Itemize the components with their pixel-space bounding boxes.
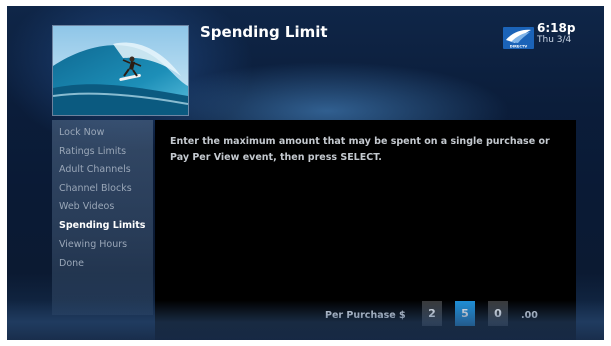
surfer-thumbnail: [52, 25, 189, 116]
menu-item-channel-blocks[interactable]: Channel Blocks: [59, 183, 132, 194]
menu-item-adult-channels[interactable]: Adult Channels: [59, 164, 131, 175]
menu-item-spending-limits[interactable]: Spending Limits: [59, 220, 145, 231]
decimals-label: .00: [521, 310, 538, 321]
instructions-text: Enter the maximum amount that may be spe…: [170, 136, 550, 163]
digit-box-hundreds[interactable]: 2: [422, 301, 442, 326]
logo-text: DIRECTV: [510, 45, 528, 49]
menu-item-lock-now[interactable]: Lock Now: [59, 127, 104, 138]
clock-date: Thu 3/4: [537, 35, 572, 45]
digit-box-ones[interactable]: 0: [488, 301, 508, 326]
spending-limit-panel: Enter the maximum amount that may be spe…: [155, 120, 576, 340]
directv-logo-icon: DIRECTV: [503, 27, 534, 49]
digit-box-tens[interactable]: 5: [455, 301, 475, 326]
page-title: Spending Limit: [200, 23, 328, 41]
clock-time: 6:18p: [537, 21, 576, 35]
menu-item-done[interactable]: Done: [59, 258, 84, 269]
menu-item-viewing-hours[interactable]: Viewing Hours: [59, 239, 127, 250]
menu-item-ratings-limits[interactable]: Ratings Limits: [59, 146, 126, 157]
tv-screen: Spending Limit DIRECTV 6:18p Thu 3/4 Loc…: [7, 6, 604, 340]
per-purchase-label: Per Purchase $: [325, 310, 406, 321]
parental-controls-menu: Lock Now Ratings Limits Adult Channels C…: [52, 120, 153, 315]
menu-item-web-videos[interactable]: Web Videos: [59, 201, 114, 212]
